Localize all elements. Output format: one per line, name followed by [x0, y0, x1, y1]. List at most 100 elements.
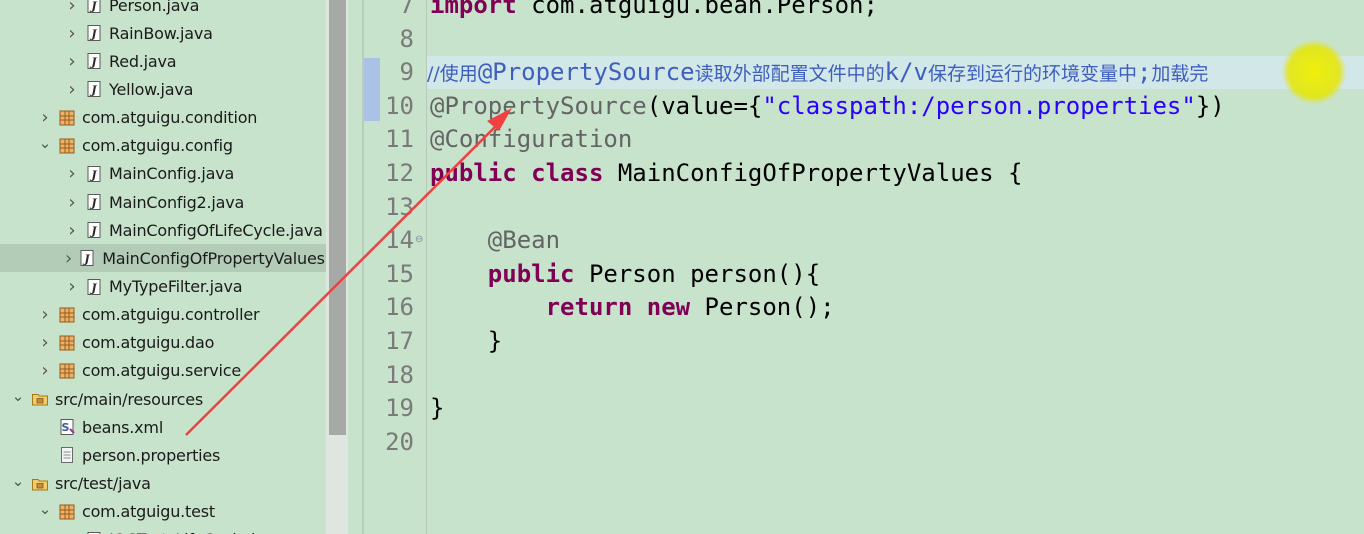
- tree-item-label: Person.java: [109, 0, 200, 15]
- tree-item[interactable]: › com.atguigu.controller: [0, 301, 326, 329]
- line-number: 11: [385, 125, 414, 154]
- code-token: //使用: [427, 63, 478, 86]
- package-icon: [58, 362, 76, 380]
- package-icon: [58, 334, 76, 352]
- chevron-right-icon[interactable]: ›: [65, 163, 79, 184]
- code-line[interactable]: @Configuration: [430, 123, 632, 156]
- code-token: 读取外部配置文件中的: [694, 63, 885, 86]
- source-folder-icon: [31, 390, 49, 408]
- editor-vertical-ruler[interactable]: [364, 0, 380, 534]
- tree-item[interactable]: › J MainConfigOfPropertyValues.java: [0, 244, 326, 273]
- java-file-icon: J: [85, 0, 103, 14]
- line-number: 15: [385, 259, 414, 288]
- chevron-right-icon[interactable]: ›: [65, 51, 79, 72]
- quick-diff-marker[interactable]: [364, 58, 380, 122]
- tree-item[interactable]: › J MyTypeFilter.java: [0, 273, 326, 301]
- tree-item-label: com.atguigu.service: [82, 361, 241, 381]
- tree-item[interactable]: › J MainConfig2.java: [0, 188, 326, 216]
- tree-item[interactable]: › J RainBow.java: [0, 19, 326, 47]
- tree-item[interactable]: ⌄ src/main/resources: [0, 385, 326, 413]
- chevron-down-icon[interactable]: ⌄: [38, 500, 52, 518]
- chevron-right-icon[interactable]: ›: [65, 79, 79, 100]
- code-token: public: [430, 159, 517, 187]
- line-number: 17: [385, 327, 414, 355]
- tree-item[interactable]: ⌄ src/test/java: [0, 470, 326, 498]
- tree-item[interactable]: › J Person.java: [0, 0, 326, 19]
- chevron-right-icon[interactable]: ›: [65, 192, 79, 213]
- chevron-down-icon[interactable]: ⌄: [11, 472, 25, 490]
- package-explorer: › J Person.java › J RainBow.java › J Red.java › J Y…: [0, 0, 326, 534]
- tree-item-label: com.atguigu.controller: [82, 305, 260, 325]
- code-token: 加载完: [1151, 63, 1209, 86]
- code-token: Person person(){: [574, 259, 821, 288]
- code-token: @PropertySource: [477, 58, 695, 87]
- chevron-right-icon[interactable]: ›: [65, 0, 79, 16]
- explorer-scrollbar-thumb[interactable]: [329, 0, 346, 435]
- tree-item[interactable]: ›Sbeans.xml: [0, 413, 326, 441]
- tree-item[interactable]: › J MainConfig.java: [0, 160, 326, 188]
- code-token: }: [430, 394, 445, 423]
- line-number: 9: [399, 58, 414, 87]
- line-number: 13: [385, 192, 414, 221]
- chevron-right-icon[interactable]: ›: [65, 276, 79, 297]
- code-line[interactable]: @PropertySource(value={"classpath:/perso…: [430, 90, 1225, 123]
- tree-item[interactable]: ›person.properties: [0, 441, 326, 469]
- tree-item[interactable]: › J MainConfigOfLifeCycle.java: [0, 216, 326, 244]
- code-token: return: [545, 293, 633, 322]
- chevron-right-icon[interactable]: ›: [38, 304, 52, 325]
- code-line[interactable]: public class MainConfigOfPropertyValues …: [430, 157, 1022, 190]
- chevron-right-icon[interactable]: ›: [65, 220, 79, 241]
- tree-item[interactable]: › com.atguigu.service: [0, 357, 326, 385]
- tree-item[interactable]: ›JIOCTest_LifeCycle.java: [0, 526, 326, 534]
- java-file-icon: J: [85, 80, 103, 98]
- tree-item-label: person.properties: [82, 445, 221, 465]
- chevron-down-icon[interactable]: ⌄: [11, 387, 25, 405]
- tree-item-label: com.atguigu.condition: [82, 108, 258, 128]
- tree-item-label: Yellow.java: [109, 79, 194, 99]
- package-icon: [58, 503, 76, 521]
- code-line[interactable]: return new Person();: [430, 291, 835, 324]
- xml-file-icon: S: [58, 418, 76, 436]
- code-line[interactable]: public Person person(){: [430, 258, 820, 291]
- java-file-icon: J: [85, 278, 103, 296]
- code-token: @PropertySource: [430, 91, 647, 120]
- chevron-right-icon[interactable]: ›: [38, 360, 52, 381]
- line-number: 16: [385, 293, 414, 322]
- svg-text:J: J: [89, 168, 97, 181]
- tree-item[interactable]: › com.atguigu.condition: [0, 104, 326, 132]
- tree-item[interactable]: ⌄ com.atguigu.config: [0, 132, 326, 160]
- tree-item-label: IOCTest_LifeCycle.java: [109, 530, 284, 534]
- tree-item-label: MyTypeFilter.java: [109, 277, 243, 296]
- tree-item[interactable]: › J Red.java: [0, 47, 326, 75]
- chevron-right-icon[interactable]: ›: [38, 332, 52, 353]
- chevron-right-icon[interactable]: ›: [65, 248, 72, 269]
- code-line[interactable]: @Bean: [430, 224, 560, 257]
- fold-collapse-icon[interactable]: ⊖: [415, 235, 425, 245]
- tree-item[interactable]: › com.atguigu.dao: [0, 329, 326, 357]
- tree-item-label: RainBow.java: [109, 23, 213, 43]
- code-token: "classpath:/person.properties": [762, 91, 1196, 120]
- java-file-icon: J: [85, 24, 103, 42]
- code-line[interactable]: }: [430, 392, 444, 425]
- line-number: 7: [399, 0, 414, 19]
- java-file-icon: J: [85, 221, 103, 239]
- chevron-right-icon[interactable]: ›: [65, 23, 79, 44]
- chevron-down-icon[interactable]: ⌄: [38, 134, 52, 152]
- code-line[interactable]: }: [430, 325, 502, 358]
- code-line[interactable]: //使用@PropertySource读取外部配置文件中的k/v保存到运行的环境…: [427, 56, 1364, 90]
- view-splitter[interactable]: [348, 0, 362, 534]
- code-line[interactable]: import com.atguigu.bean.Person;: [430, 0, 878, 22]
- tree-item-label: com.atguigu.test: [82, 502, 215, 522]
- chevron-right-icon[interactable]: ›: [38, 107, 52, 128]
- code-token: (value={: [646, 91, 763, 120]
- svg-text:J: J: [89, 84, 97, 97]
- line-number: 18: [385, 360, 414, 389]
- code-token: public: [487, 259, 575, 288]
- tree-item[interactable]: › J Yellow.java: [0, 75, 326, 103]
- code-token: k/v: [884, 58, 928, 87]
- code-token: com.atguigu.bean.Person;: [516, 0, 878, 19]
- code-editor[interactable]: 7 import com.atguigu.bean.Person; 8 9//使用@P…: [364, 0, 1364, 534]
- tree-item[interactable]: ⌄ com.atguigu.test: [0, 498, 326, 526]
